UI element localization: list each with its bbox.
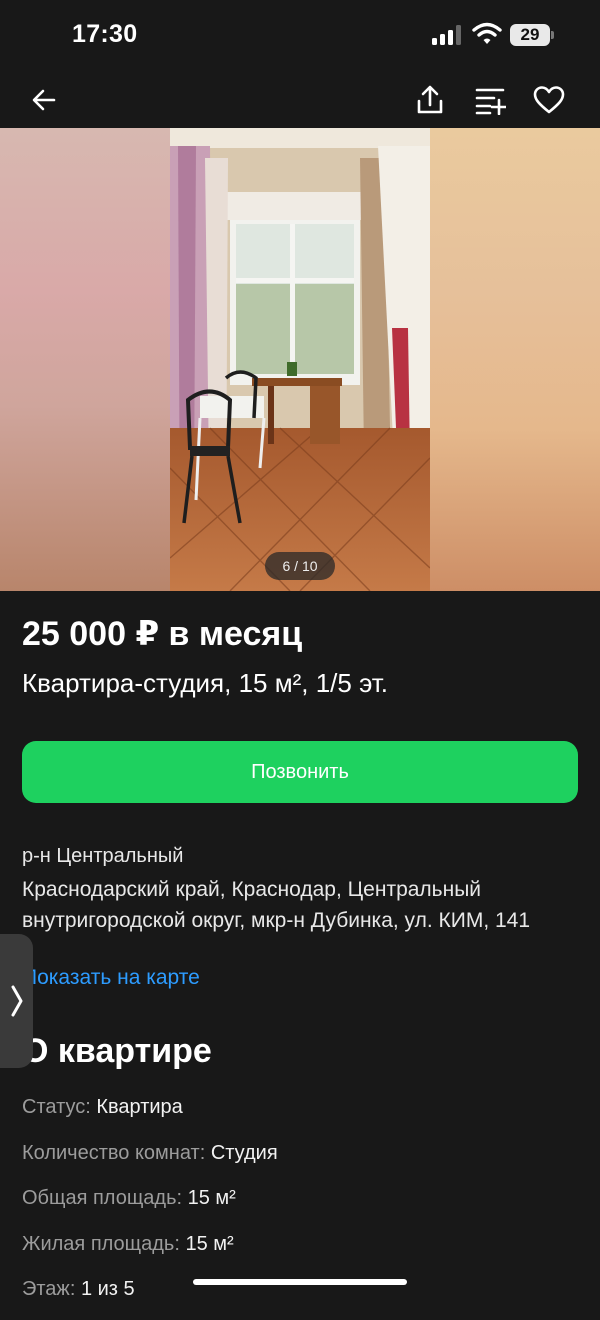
spec-row-total-area: Общая площадь: 15 м² — [22, 1183, 578, 1229]
call-button[interactable]: Позвонить — [22, 741, 578, 803]
chevron-right-icon — [11, 985, 22, 1017]
apartment-photo — [170, 128, 430, 591]
spec-value: 15 м² — [185, 1232, 234, 1255]
top-nav-bar — [0, 72, 600, 128]
compare-icon — [475, 88, 506, 115]
wifi-icon — [472, 22, 502, 44]
listing-price: 25 000 ₽ в месяц — [22, 615, 303, 653]
home-indicator[interactable] — [193, 1279, 407, 1285]
spec-key: Количество комнат: — [22, 1141, 206, 1164]
listing-district: р-н Центральный — [22, 845, 184, 867]
side-panel-handle[interactable] — [0, 934, 33, 1068]
signal-icon — [432, 25, 461, 45]
share-icon — [417, 85, 443, 114]
status-time: 17:30 — [72, 20, 138, 48]
battery-icon: 29 — [510, 24, 554, 46]
spec-value: Квартира — [96, 1096, 183, 1118]
back-arrow-icon — [32, 89, 56, 111]
spec-row-rooms: Количество комнат: Студия — [22, 1138, 578, 1184]
photo-counter: 6 / 10 — [265, 552, 335, 580]
spec-value: 15 м² — [187, 1187, 236, 1209]
listing-subtitle: Квартира-студия, 15 м², 1/5 эт. — [22, 668, 389, 698]
photo-blur-left — [0, 128, 170, 591]
apartment-specs: Статус: Квартира Количество комнат: Студ… — [22, 1092, 578, 1320]
favorite-button[interactable] — [529, 80, 569, 120]
listing-address: Краснодарский край, Краснодар, Центральн… — [22, 878, 531, 932]
spec-value: Студия — [210, 1141, 278, 1164]
favorite-heart-icon — [533, 86, 565, 114]
about-apartment-title: О квартире — [22, 1032, 212, 1070]
photo-blur-right — [430, 128, 600, 591]
spec-key: Общая площадь: — [22, 1187, 183, 1209]
spec-row-status: Статус: Квартира — [22, 1092, 578, 1138]
spec-key: Жилая площадь: — [22, 1232, 180, 1255]
compare-button[interactable] — [470, 80, 510, 120]
battery-level: 29 — [510, 24, 550, 46]
share-button[interactable] — [410, 80, 450, 120]
back-button[interactable] — [24, 80, 64, 120]
photo-gallery[interactable]: 6 / 10 — [0, 128, 600, 591]
spec-key: Статус: — [22, 1096, 91, 1118]
status-bar: 17:30 29 — [0, 0, 600, 72]
spec-row-living-area: Жилая площадь: 15 м² — [22, 1229, 578, 1275]
show-on-map-link[interactable]: Показать на карте — [22, 966, 200, 990]
